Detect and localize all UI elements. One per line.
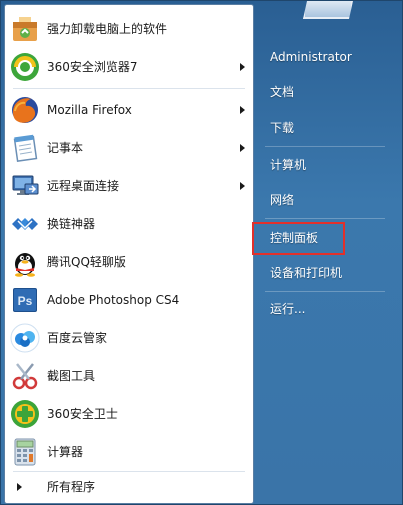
- program-label: 远程桌面连接: [47, 179, 120, 193]
- separator: [13, 88, 245, 89]
- program-label: 腾讯QQ轻聊版: [47, 255, 126, 269]
- program-label: 360安全卫士: [47, 407, 118, 421]
- notepad-icon: [9, 132, 41, 164]
- programs-pane: 强力卸载电脑上的软件 360安全浏览器7 Mozilla Firefox 记事本…: [4, 4, 254, 504]
- program-item-360-browser[interactable]: 360安全浏览器7: [5, 48, 253, 86]
- submenu-arrow-icon[interactable]: [240, 63, 245, 71]
- separator: [265, 146, 385, 147]
- program-label: Adobe Photoshop CS4: [47, 293, 180, 307]
- program-label: 强力卸载电脑上的软件: [47, 22, 168, 36]
- separator: [265, 291, 385, 292]
- places-item-documents[interactable]: 文档: [257, 77, 397, 107]
- qq-icon: [9, 246, 41, 278]
- program-item-link-tool[interactable]: 换链神器: [5, 205, 253, 243]
- places-item-downloads[interactable]: 下载: [257, 113, 397, 143]
- program-label: 记事本: [47, 141, 84, 155]
- uninstaller-icon: [9, 13, 41, 45]
- program-label: 计算器: [47, 445, 84, 459]
- program-item-photoshop[interactable]: Ps Adobe Photoshop CS4: [5, 281, 253, 319]
- submenu-arrow-icon[interactable]: [240, 182, 245, 190]
- program-item-uninstaller[interactable]: 强力卸载电脑上的软件: [5, 10, 253, 48]
- user-picture[interactable]: [303, 1, 353, 19]
- program-item-qq[interactable]: 腾讯QQ轻聊版: [5, 243, 253, 281]
- photoshop-icon: Ps: [9, 284, 41, 316]
- submenu-arrow-icon[interactable]: [240, 106, 245, 114]
- program-label: 360安全浏览器7: [47, 60, 138, 74]
- all-programs-button[interactable]: 所有程序: [5, 475, 253, 501]
- separator: [13, 471, 245, 472]
- places-pane: Administrator 文档 下载 计算机 网络 控制面板 设备和打印机 运…: [257, 1, 403, 505]
- places-item-network[interactable]: 网络: [257, 185, 397, 215]
- start-menu: 强力卸载电脑上的软件 360安全浏览器7 Mozilla Firefox 记事本…: [0, 0, 403, 505]
- expand-arrow-icon: [17, 483, 22, 491]
- program-item-remote-desktop[interactable]: 远程桌面连接: [5, 167, 253, 205]
- program-item-calculator[interactable]: 计算器: [5, 433, 253, 471]
- program-label: 换链神器: [47, 217, 96, 231]
- places-item-control-panel[interactable]: 控制面板: [257, 223, 397, 253]
- 360-browser-icon: [9, 51, 41, 83]
- snipping-tool-icon: [9, 360, 41, 392]
- all-programs-label: 所有程序: [47, 480, 96, 494]
- program-label: 截图工具: [47, 369, 96, 383]
- separator: [265, 218, 385, 219]
- firefox-icon: [9, 94, 41, 126]
- svg-text:Ps: Ps: [18, 294, 33, 308]
- places-item-computer[interactable]: 计算机: [257, 150, 397, 180]
- program-item-firefox[interactable]: Mozilla Firefox: [5, 91, 253, 129]
- program-item-360-safe[interactable]: 360安全卫士: [5, 395, 253, 433]
- places-item-administrator[interactable]: Administrator: [257, 42, 397, 72]
- 360-safe-icon: [9, 398, 41, 430]
- places-item-run[interactable]: 运行...: [257, 294, 397, 324]
- baidu-cloud-icon: [9, 322, 41, 354]
- program-item-baidu-cloud[interactable]: 百度云管家: [5, 319, 253, 357]
- link-tool-icon: [9, 208, 41, 240]
- program-item-notepad[interactable]: 记事本: [5, 129, 253, 167]
- submenu-arrow-icon[interactable]: [240, 144, 245, 152]
- program-label: Mozilla Firefox: [47, 103, 132, 117]
- remote-desktop-icon: [9, 170, 41, 202]
- program-label: 百度云管家: [47, 331, 108, 345]
- calculator-icon: [9, 436, 41, 468]
- program-item-snipping-tool[interactable]: 截图工具: [5, 357, 253, 395]
- places-item-devices-printers[interactable]: 设备和打印机: [257, 258, 397, 288]
